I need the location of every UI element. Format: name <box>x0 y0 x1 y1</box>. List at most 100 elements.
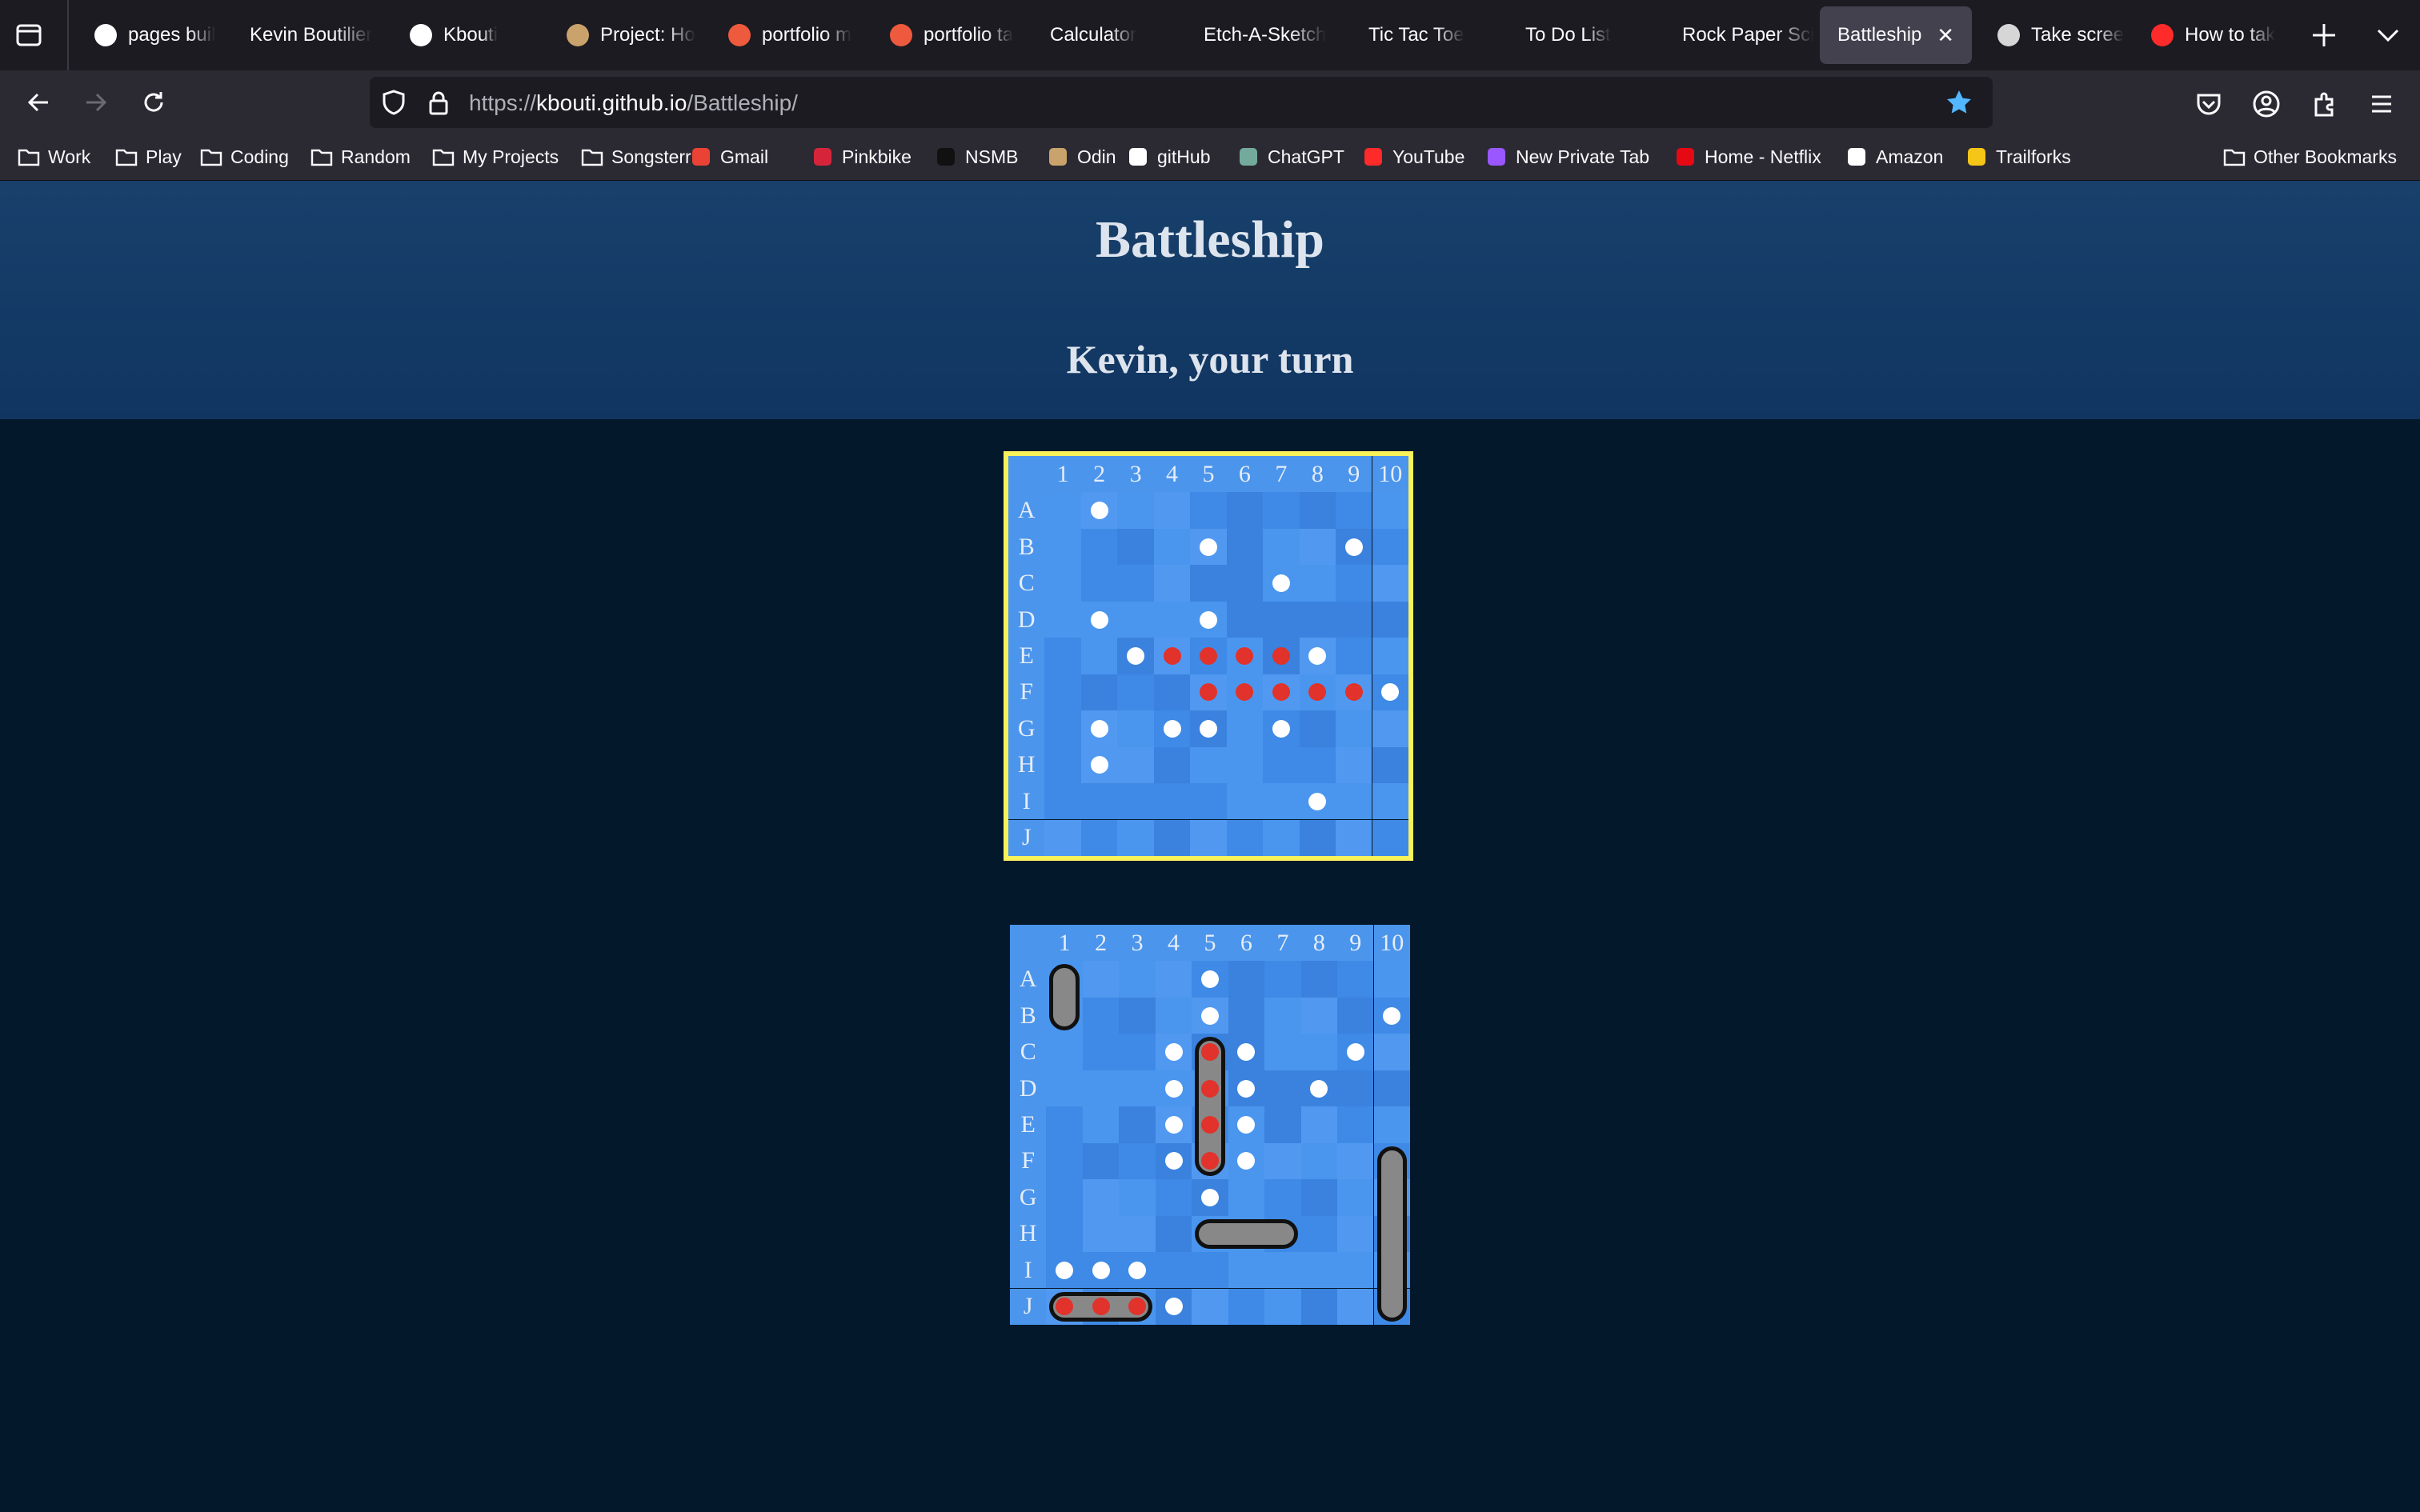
reload-button[interactable] <box>136 85 171 120</box>
board-cell[interactable] <box>1226 528 1264 566</box>
board-cell[interactable] <box>1226 710 1264 747</box>
board-cell[interactable] <box>1299 819 1336 856</box>
tab-list-icon[interactable] <box>14 21 43 50</box>
back-button[interactable] <box>21 85 56 120</box>
board-cell[interactable] <box>1117 783 1154 820</box>
board-cell[interactable] <box>1153 528 1191 566</box>
board-cell[interactable] <box>1153 746 1191 784</box>
board-cell[interactable] <box>1044 638 1081 674</box>
board-cell[interactable] <box>1372 819 1408 856</box>
board-cell[interactable] <box>1044 528 1081 566</box>
extensions-icon[interactable] <box>2308 88 2340 120</box>
bookmark-7[interactable]: Pinkbike <box>811 144 912 170</box>
board-cell[interactable] <box>1372 492 1408 529</box>
board-cell[interactable] <box>1336 819 1372 856</box>
bookmark-10[interactable]: gitHub <box>1127 144 1210 170</box>
board-cell[interactable] <box>1044 674 1081 711</box>
board-cell[interactable] <box>1372 528 1408 566</box>
board-cell[interactable] <box>1044 601 1081 638</box>
tab-5[interactable]: portfolio ta <box>872 6 1032 64</box>
board-cell[interactable] <box>1044 710 1081 747</box>
tab-13[interactable]: How to tak <box>2134 6 2286 64</box>
bookmark-8[interactable]: NSMB <box>935 144 1018 170</box>
bookmark-12[interactable]: YouTube <box>1362 144 1464 170</box>
board-cell[interactable] <box>1263 601 1300 638</box>
board-cell[interactable] <box>1372 565 1408 602</box>
tab-10[interactable]: Rock Paper Sci <box>1665 6 1817 64</box>
board-cell[interactable] <box>1299 492 1336 529</box>
board-cell[interactable] <box>1226 492 1264 529</box>
board-cell[interactable] <box>1153 819 1191 856</box>
pocket-icon[interactable] <box>2193 88 2225 120</box>
board-cell[interactable] <box>1226 601 1264 638</box>
board-cell[interactable] <box>1080 674 1118 711</box>
url-text[interactable]: https://kbouti.github.io/Battleship/ <box>469 90 798 116</box>
bookmark-15[interactable]: Amazon <box>1845 144 1943 170</box>
board-cell[interactable] <box>1299 528 1336 566</box>
board-cell[interactable] <box>1190 565 1227 602</box>
bookmark-5[interactable]: Songsterr <box>581 144 691 170</box>
board-cell[interactable] <box>1117 819 1154 856</box>
board-cell[interactable] <box>1263 492 1300 529</box>
board-cell[interactable] <box>1153 601 1191 638</box>
bookmark-14[interactable]: Home - Netflix <box>1674 144 1821 170</box>
bookmark-9[interactable]: Odin <box>1047 144 1116 170</box>
board-cell[interactable] <box>1226 746 1264 784</box>
board-cell[interactable] <box>1117 674 1154 711</box>
bookmark-1[interactable]: Play <box>115 144 182 170</box>
tab-2[interactable]: Kbouti <box>392 6 536 64</box>
board-cell[interactable] <box>1263 746 1300 784</box>
board-cell[interactable] <box>1336 565 1372 602</box>
board-cell[interactable] <box>1372 638 1408 674</box>
board-cell[interactable] <box>1263 528 1300 566</box>
board-cell[interactable] <box>1080 638 1118 674</box>
board-cell[interactable] <box>1336 783 1372 820</box>
board-cell[interactable] <box>1226 565 1264 602</box>
board-cell[interactable] <box>1044 565 1081 602</box>
tab-0[interactable]: pages buil <box>77 6 237 64</box>
tab-11[interactable]: Battleship ✕ <box>1820 6 1972 64</box>
board-cell[interactable] <box>1226 819 1264 856</box>
board-cell[interactable] <box>1153 565 1191 602</box>
board-cell[interactable] <box>1117 601 1154 638</box>
forward-button[interactable] <box>78 85 114 120</box>
bookmark-3[interactable]: Random <box>311 144 411 170</box>
board-cell[interactable] <box>1263 783 1300 820</box>
board-cell[interactable] <box>1190 819 1227 856</box>
tab-3[interactable]: Project: Ho <box>549 6 709 64</box>
bookmark-11[interactable]: ChatGPT <box>1237 144 1344 170</box>
board-cell[interactable] <box>1299 601 1336 638</box>
board-cell[interactable] <box>1372 746 1408 784</box>
board-cell[interactable] <box>1336 710 1372 747</box>
board-cell[interactable] <box>1190 783 1227 820</box>
tab-6[interactable]: Calculator <box>1032 6 1192 64</box>
board-cell[interactable] <box>1044 492 1081 529</box>
board-cell[interactable] <box>1117 710 1154 747</box>
tab-9[interactable]: To Do List <box>1508 6 1668 64</box>
board-cell[interactable] <box>1226 783 1264 820</box>
bookmark-0[interactable]: Work <box>18 144 90 170</box>
bookmark-6[interactable]: Gmail <box>690 144 768 170</box>
new-tab-button[interactable] <box>2308 19 2340 51</box>
bookmark-4[interactable]: My Projects <box>432 144 559 170</box>
tab-overflow-chevron-down-icon[interactable] <box>2372 19 2404 51</box>
app-menu-icon[interactable] <box>2366 88 2398 120</box>
board-cell[interactable] <box>1190 492 1227 529</box>
bookmark-star-icon[interactable] <box>1945 88 1973 117</box>
lock-icon[interactable] <box>424 88 453 117</box>
board-cell[interactable] <box>1190 746 1227 784</box>
board-cell[interactable] <box>1372 783 1408 820</box>
board-cell[interactable] <box>1044 783 1081 820</box>
board-cell[interactable] <box>1336 746 1372 784</box>
board-cell[interactable] <box>1336 601 1372 638</box>
bookmark-16[interactable]: Trailforks <box>1965 144 2071 170</box>
account-icon[interactable] <box>2250 88 2282 120</box>
board-cell[interactable] <box>1372 710 1408 747</box>
board-cell[interactable] <box>1372 601 1408 638</box>
board-cell[interactable] <box>1153 492 1191 529</box>
other-bookmarks[interactable]: Other Bookmarks <box>2223 144 2397 170</box>
board-cell[interactable] <box>1263 819 1300 856</box>
bookmark-13[interactable]: New Private Tab <box>1485 144 1649 170</box>
tab-12[interactable]: Take scree <box>1980 6 2132 64</box>
board-cell[interactable] <box>1080 783 1118 820</box>
